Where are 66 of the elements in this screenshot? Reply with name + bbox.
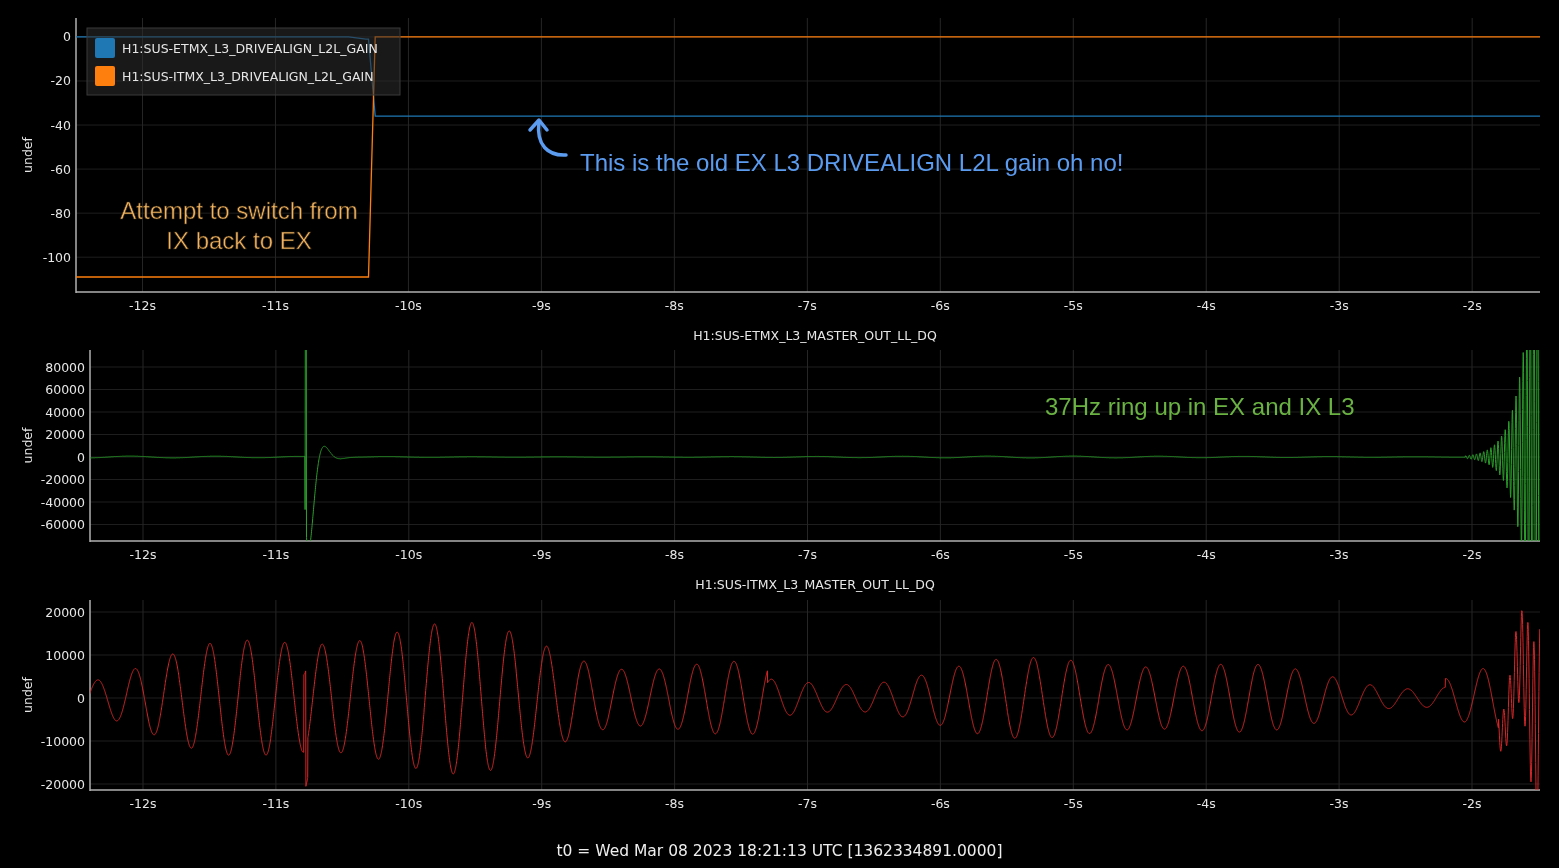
x-tick-label: -9s (532, 796, 552, 811)
x-tick-label: -10s (395, 796, 423, 811)
x-tick-label: -2s (1462, 298, 1482, 313)
x-tick-label: -6s (930, 298, 950, 313)
x-tick-label: -11s (262, 547, 290, 562)
x-tick-label: -6s (930, 547, 950, 562)
x-tick-label: -3s (1329, 298, 1349, 313)
x-tick-label: -3s (1329, 547, 1349, 562)
curved-arrow-icon (528, 118, 568, 157)
y-tick-label: -80 (50, 205, 71, 221)
x-tick-label: -4s (1196, 298, 1216, 313)
x-tick-label: -2s (1462, 547, 1482, 562)
y-tick-label: -40000 (40, 494, 85, 510)
y-tick-label: -10000 (40, 733, 85, 749)
y-tick-label: 0 (77, 449, 85, 465)
x-tick-label: -7s (798, 796, 817, 811)
legend-label: H1:SUS-ETMX_L3_DRIVEALIGN_L2L_GAIN (122, 41, 378, 56)
x-tick-label: -9s (532, 547, 552, 562)
time-origin-label: t0 = Wed Mar 08 2023 18:21:13 UTC [1362334891.0000] (555, 841, 1004, 862)
y-tick-label: 20000 (45, 427, 85, 442)
y-axis-label: undef (20, 677, 35, 713)
x-tick-label: -8s (665, 547, 685, 562)
x-tick-label: -10s (395, 547, 423, 562)
x-tick-label: -12s (129, 298, 156, 313)
x-tick-label: -2s (1462, 796, 1482, 811)
x-tick-label: -5s (1063, 547, 1083, 562)
y-tick-label: -20000 (40, 776, 85, 792)
y-tick-label: 20000 (45, 604, 85, 620)
y-tick-label: 40000 (45, 404, 85, 420)
x-tick-label: -5s (1063, 298, 1083, 313)
x-tick-label: -3s (1329, 796, 1349, 811)
plot-title: H1:SUS-ITMX_L3_MASTER_OUT_LL_DQ (695, 577, 935, 592)
x-tick-label: -7s (798, 547, 817, 562)
plot-title: H1:SUS-ETMX_L3_MASTER_OUT_LL_DQ (693, 328, 937, 343)
x-tick-label: -11s (262, 298, 289, 313)
y-axis-label: undef (20, 427, 35, 464)
x-tick-label: -5s (1063, 796, 1083, 811)
y-tick-label: -60000 (40, 517, 85, 532)
annotation-text: 37Hz ring up in EX and IX L3 (1045, 393, 1355, 420)
y-tick-label: 0 (63, 29, 71, 45)
y-axis-label: undef (20, 137, 35, 173)
annotation-text: Attempt to switch from IX back to EX (120, 197, 358, 254)
x-tick-label: -4s (1196, 547, 1216, 562)
y-tick-label: -20000 (40, 472, 85, 487)
x-tick-label: -8s (665, 796, 685, 811)
x-tick-label: -12s (129, 796, 157, 811)
y-tick-label: 60000 (45, 382, 85, 397)
legend-swatch (95, 66, 115, 86)
y-tick-label: 80000 (45, 359, 85, 375)
legend-label: H1:SUS-ITMX_L3_DRIVEALIGN_L2L_GAIN (122, 69, 374, 84)
x-tick-label: -11s (262, 796, 290, 811)
x-tick-label: -12s (129, 547, 157, 562)
x-tick-label: -6s (930, 796, 950, 811)
y-tick-label: -20 (50, 73, 71, 89)
x-tick-label: -7s (797, 298, 817, 313)
legend-swatch (95, 38, 115, 58)
y-tick-label: -40 (50, 117, 71, 133)
x-tick-label: -8s (664, 298, 684, 313)
x-tick-label: -10s (394, 298, 422, 313)
y-tick-label: -100 (42, 249, 71, 265)
x-tick-label: -9s (531, 298, 551, 313)
y-tick-label: 10000 (45, 647, 85, 663)
x-tick-label: -4s (1196, 796, 1216, 811)
annotation-text: This is the old EX L3 DRIVEALIGN L2L gain oh no! (580, 149, 1124, 176)
y-tick-label: 0 (77, 690, 85, 706)
y-tick-label: -60 (50, 161, 71, 177)
